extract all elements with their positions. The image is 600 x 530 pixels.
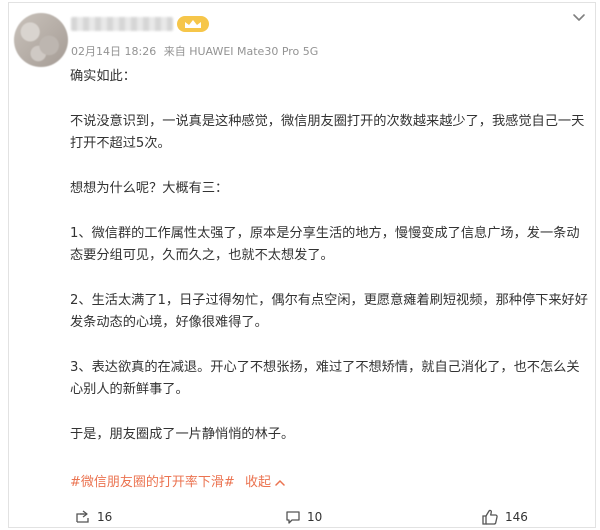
username-blurred[interactable] <box>71 17 173 31</box>
like-button[interactable]: 146 <box>481 509 528 525</box>
topic-link[interactable]: #微信朋友圈的打开率下滑# <box>70 475 235 490</box>
share-icon <box>76 510 89 523</box>
post-paragraph: 不说没意识到，一说真是这种感觉，微信朋友圈打开的次数越来越少了，我感觉自己一天打… <box>70 114 585 151</box>
collapse-label: 收起 <box>244 475 271 490</box>
comment-count: 10 <box>307 510 323 524</box>
collapse-button[interactable]: 收起 <box>245 475 285 490</box>
vip-badge-icon <box>177 16 209 32</box>
post-paragraph: 确实如此： <box>70 69 136 84</box>
share-count: 16 <box>97 510 113 524</box>
like-count: 146 <box>505 510 528 524</box>
thumbs-up-icon <box>482 509 498 525</box>
weibo-post-card: 02月14日 18:26 来自 HUAWEI Mate30 Pro 5G 确实如… <box>8 2 596 528</box>
post-paragraph: 想想为什么呢？大概有三： <box>70 181 229 196</box>
comment-icon <box>286 511 300 524</box>
comment-button[interactable]: 10 <box>285 509 322 525</box>
post-body: 确实如此： 不说没意识到，一说真是这种感觉，微信朋友圈打开的次数越来越少了，我感… <box>70 66 590 446</box>
chevron-up-icon <box>275 479 285 486</box>
crown-icon <box>185 20 201 28</box>
post-meta: 02月14日 18:26 来自 HUAWEI Mate30 Pro 5G <box>71 43 322 59</box>
post-paragraph: 2、生活太满了1，日子过得匆忙，偶尔有点空闲，更愿意瘫着刷短视频，那种停下来好好… <box>70 293 588 330</box>
share-button[interactable]: 16 <box>75 509 112 525</box>
topic-line: #微信朋友圈的打开率下滑# 收起 <box>70 471 285 490</box>
action-bar: 16 10 146 <box>9 506 595 528</box>
more-chevron-down-icon[interactable] <box>571 9 587 25</box>
post-paragraph: 于是，朋友圈成了一片静悄悄的林子。 <box>70 427 295 442</box>
post-paragraph: 3、表达欲真的在减退。开心了不想张扬，难过了不想矫情，就自己消化了，也不怎么关心… <box>70 360 580 397</box>
post-date[interactable]: 02月14日 18:26 <box>71 45 156 58</box>
avatar[interactable] <box>14 13 68 67</box>
post-source: 来自 HUAWEI Mate30 Pro 5G <box>163 45 319 58</box>
post-paragraph: 1、微信群的工作属性太强了，原本是分享生活的地方，慢慢变成了信息广场，发一条动态… <box>70 226 580 263</box>
